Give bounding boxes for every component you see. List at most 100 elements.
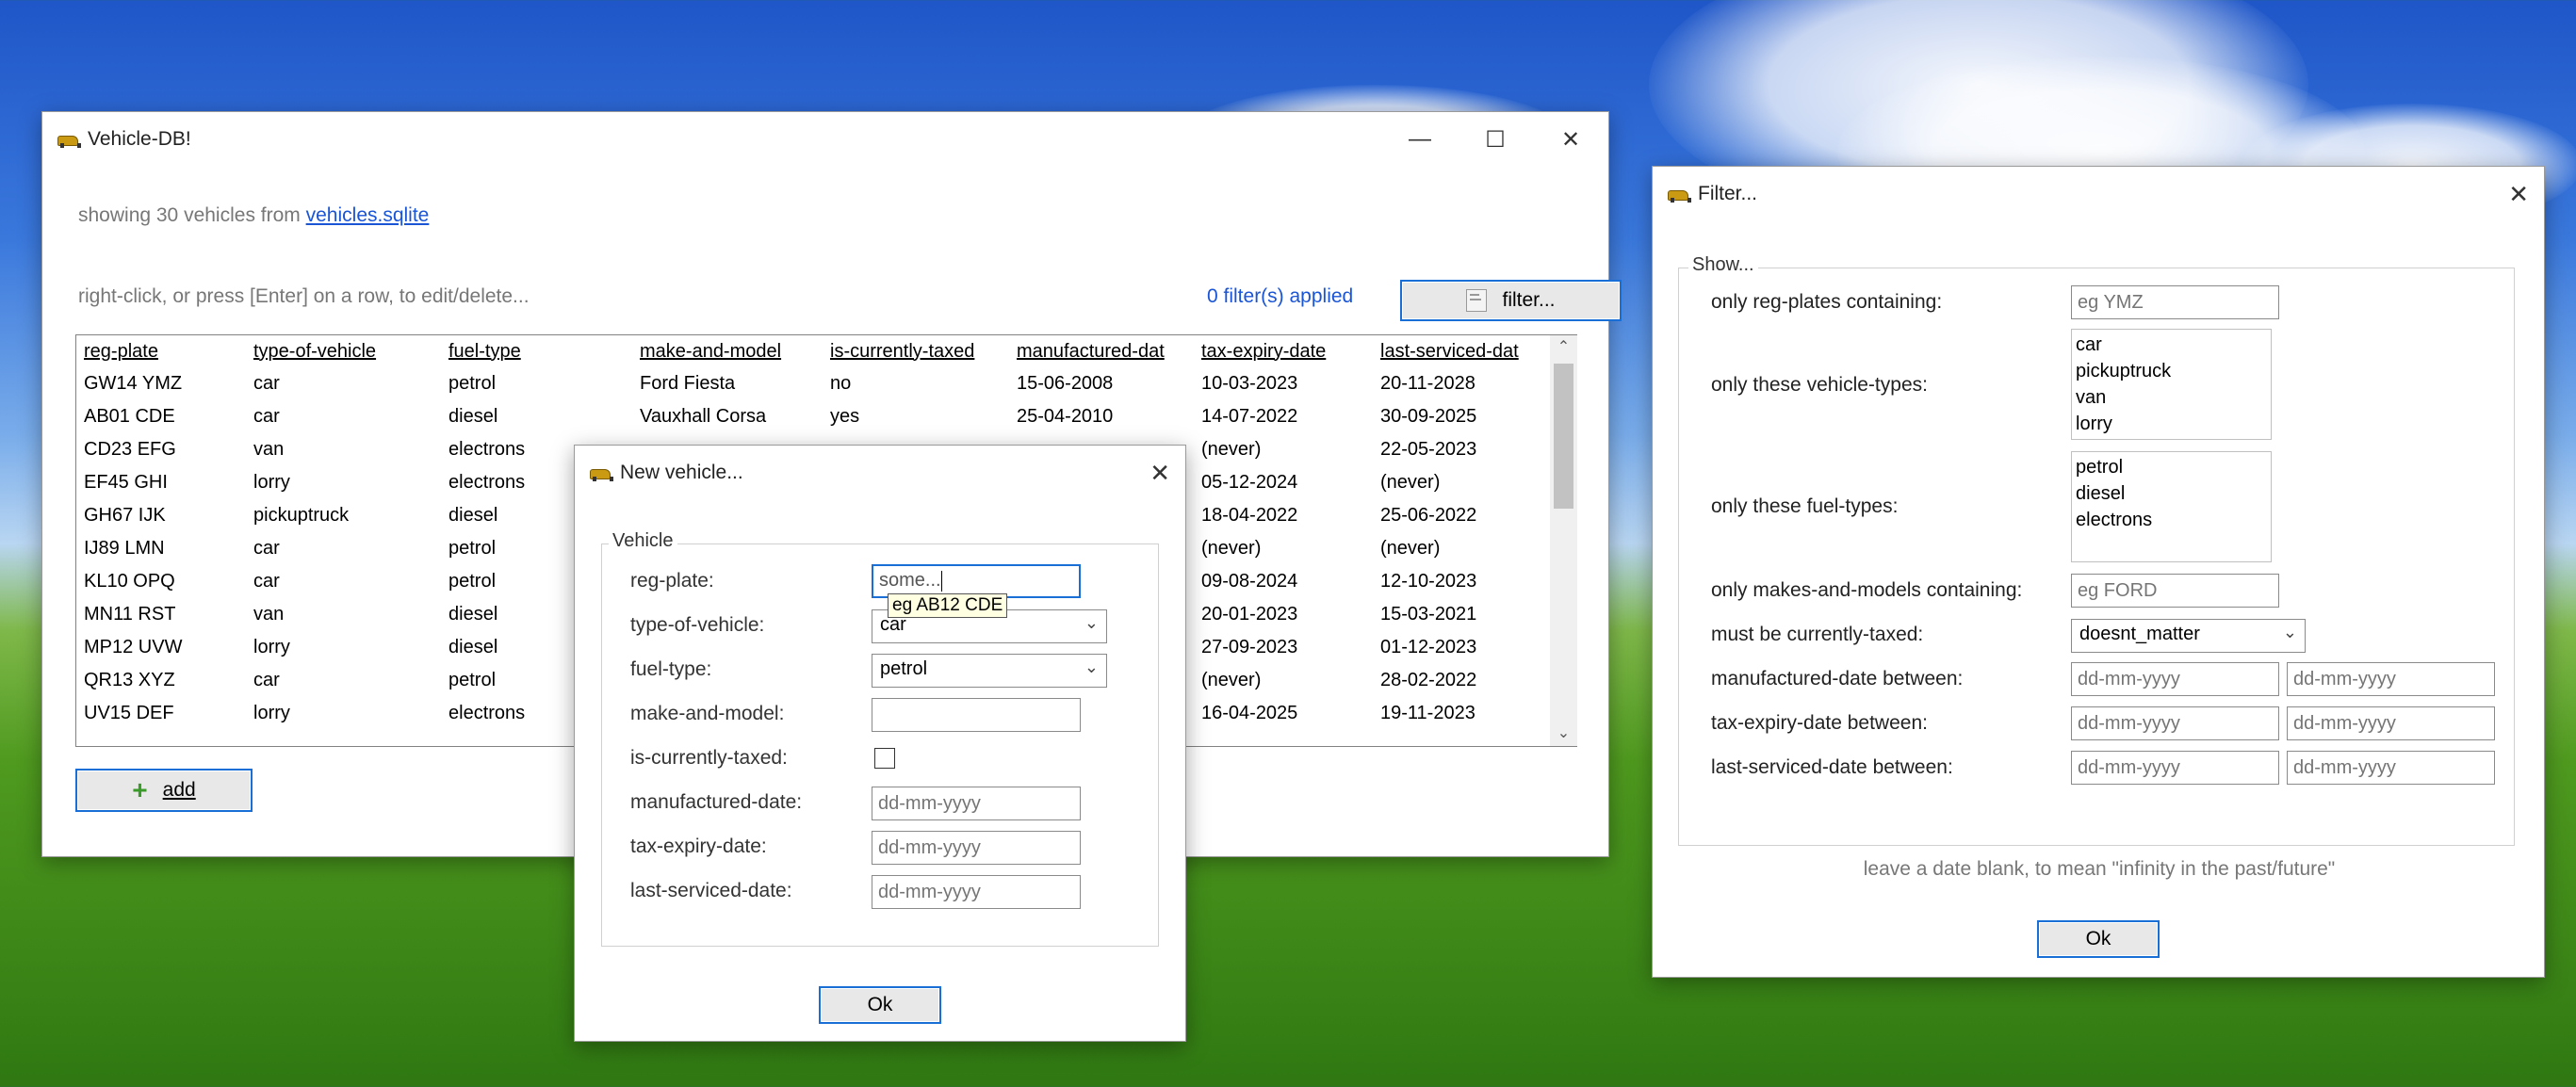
column-header[interactable]: reg-plate (76, 335, 246, 367)
table-cell: KL10 OPQ (84, 571, 175, 592)
table-row[interactable]: AB01 CDE car diesel Vauxhall Corsa yes 25-04-… (76, 400, 1542, 433)
vehicle-types-label: only these vehicle-types: (1711, 374, 1928, 396)
reg-filter-label: only reg-plates containing: (1711, 291, 1943, 313)
fuel-types-list[interactable]: petrol diesel electrons (2071, 451, 2272, 562)
table-cell: diesel (448, 406, 498, 427)
taxexpiry-filter-label: tax-expiry-date between: (1711, 712, 1928, 734)
column-header[interactable]: manufactured-dat (1009, 335, 1194, 367)
column-header[interactable]: tax-expiry-date (1194, 335, 1373, 367)
serviced-from-input[interactable] (2071, 751, 2279, 785)
table-cell: lorry (253, 472, 290, 493)
close-button[interactable]: ✕ (1533, 112, 1608, 167)
serviced-filter-label: last-serviced-date between: (1711, 756, 1953, 778)
manufactured-from-input[interactable] (2071, 662, 2279, 696)
vehicle-group-legend: Vehicle (609, 530, 677, 552)
table-cell: 01-12-2023 (1380, 637, 1477, 657)
type-label: type-of-vehicle: (630, 614, 765, 636)
table-cell: 25-06-2022 (1380, 505, 1477, 526)
taxed-filter-label: must be currently-taxed: (1711, 624, 1924, 645)
table-cell: car (253, 373, 280, 394)
add-button[interactable]: + add (75, 769, 253, 812)
make-input[interactable] (872, 698, 1081, 732)
new-vehicle-title: New vehicle... (620, 462, 743, 483)
table-cell: no (830, 373, 852, 394)
car-app-icon (1666, 186, 1691, 203)
taxed-checkbox[interactable] (874, 748, 895, 769)
manufactured-filter-label: manufactured-date between: (1711, 668, 1964, 690)
list-item[interactable]: lorry (2076, 411, 2267, 437)
column-header[interactable]: make-and-model (632, 335, 823, 367)
scroll-up-arrow[interactable]: ⌃ (1550, 337, 1577, 356)
list-item[interactable]: petrol (2076, 454, 2267, 480)
filter-close-button[interactable]: ✕ (2508, 180, 2529, 209)
table-cell: GW14 YMZ (84, 373, 183, 394)
table-cell: IJ89 LMN (84, 538, 165, 559)
vertical-scrollbar[interactable]: ⌃ ⌄ (1550, 335, 1577, 746)
taxed-filter-select[interactable]: doesnt_matter ⌄ (2071, 619, 2306, 653)
filter-button[interactable]: filter... (1400, 280, 1622, 321)
make-label: make-and-model: (630, 703, 785, 724)
serviced-input[interactable] (872, 875, 1081, 909)
table-cell: petrol (448, 373, 497, 394)
new-vehicle-ok-button[interactable]: Ok (819, 986, 941, 1024)
reg-plate-value: some... (879, 570, 941, 591)
table-cell: QR13 XYZ (84, 670, 175, 690)
manufactured-input[interactable] (872, 787, 1081, 820)
table-cell: CD23 EFG (84, 439, 176, 460)
table-cell: 15-03-2021 (1380, 604, 1477, 625)
taxed-filter-value: doesnt_matter (2079, 624, 2200, 644)
vehicle-types-list[interactable]: car pickuptruck van lorry (2071, 329, 2272, 440)
car-app-icon (588, 464, 613, 481)
column-header[interactable]: fuel-type (441, 335, 632, 367)
table-row[interactable]: GW14 YMZ car petrol Ford Fiesta no 15-06-2008… (76, 367, 1542, 400)
table-cell: 25-04-2010 (1017, 406, 1114, 427)
filters-applied-label: 0 filter(s) applied (1207, 285, 1354, 307)
table-cell: 05-12-2024 (1201, 472, 1298, 493)
serviced-to-input[interactable] (2287, 751, 2495, 785)
new-vehicle-close-button[interactable]: ✕ (1149, 459, 1170, 488)
chevron-down-icon: ⌄ (1084, 613, 1099, 632)
filter-icon (1466, 289, 1488, 312)
taxed-label: is-currently-taxed: (630, 747, 788, 769)
column-header[interactable]: is-currently-taxed (823, 335, 1009, 367)
filter-window: Filter... ✕ Show... only reg-plates cont… (1652, 166, 2545, 978)
fuel-select[interactable]: petrol ⌄ (872, 654, 1107, 688)
show-group-legend: Show... (1688, 254, 1758, 276)
list-item[interactable]: car (2076, 332, 2267, 358)
table-cell: 09-08-2024 (1201, 571, 1298, 592)
database-link[interactable]: vehicles.sqlite (306, 204, 430, 226)
filter-ok-button[interactable]: Ok (2037, 920, 2160, 958)
filter-title: Filter... (1698, 183, 1758, 204)
make-filter-input[interactable] (2071, 574, 2279, 608)
table-cell: car (253, 670, 280, 690)
serviced-label: last-serviced-date: (630, 880, 792, 901)
taxexpiry-to-input[interactable] (2287, 706, 2495, 740)
list-item[interactable]: diesel (2076, 480, 2267, 507)
table-cell: lorry (253, 703, 290, 723)
table-header: reg-plate type-of-vehicle fuel-type make-an… (76, 335, 1542, 367)
column-header[interactable]: type-of-vehicle (246, 335, 441, 367)
minimize-button[interactable]: — (1382, 112, 1458, 167)
scroll-down-arrow[interactable]: ⌄ (1550, 723, 1577, 742)
table-cell: (never) (1201, 670, 1262, 690)
list-item[interactable]: van (2076, 384, 2267, 411)
table-cell: 30-09-2025 (1380, 406, 1477, 427)
taxexpiry-from-input[interactable] (2071, 706, 2279, 740)
column-header[interactable]: last-serviced-dat (1373, 335, 1542, 367)
main-title: Vehicle-DB! (88, 128, 191, 150)
status-prefix: showing 30 vehicles from (78, 204, 301, 226)
scroll-thumb[interactable] (1554, 364, 1573, 509)
reg-filter-input[interactable] (2071, 285, 2279, 319)
taxexpiry-input[interactable] (872, 831, 1081, 865)
make-filter-label: only makes-and-models containing: (1711, 579, 2023, 601)
list-item[interactable]: pickuptruck (2076, 358, 2267, 384)
table-cell: (never) (1380, 538, 1441, 559)
list-item[interactable]: electrons (2076, 507, 2267, 533)
manufactured-to-input[interactable] (2287, 662, 2495, 696)
filter-titlebar: Filter... ✕ (1653, 167, 2544, 221)
table-cell: 16-04-2025 (1201, 703, 1298, 723)
maximize-button[interactable]: ☐ (1458, 112, 1533, 167)
car-app-icon (56, 131, 81, 148)
manufactured-label: manufactured-date: (630, 791, 803, 813)
table-cell: lorry (253, 637, 290, 657)
